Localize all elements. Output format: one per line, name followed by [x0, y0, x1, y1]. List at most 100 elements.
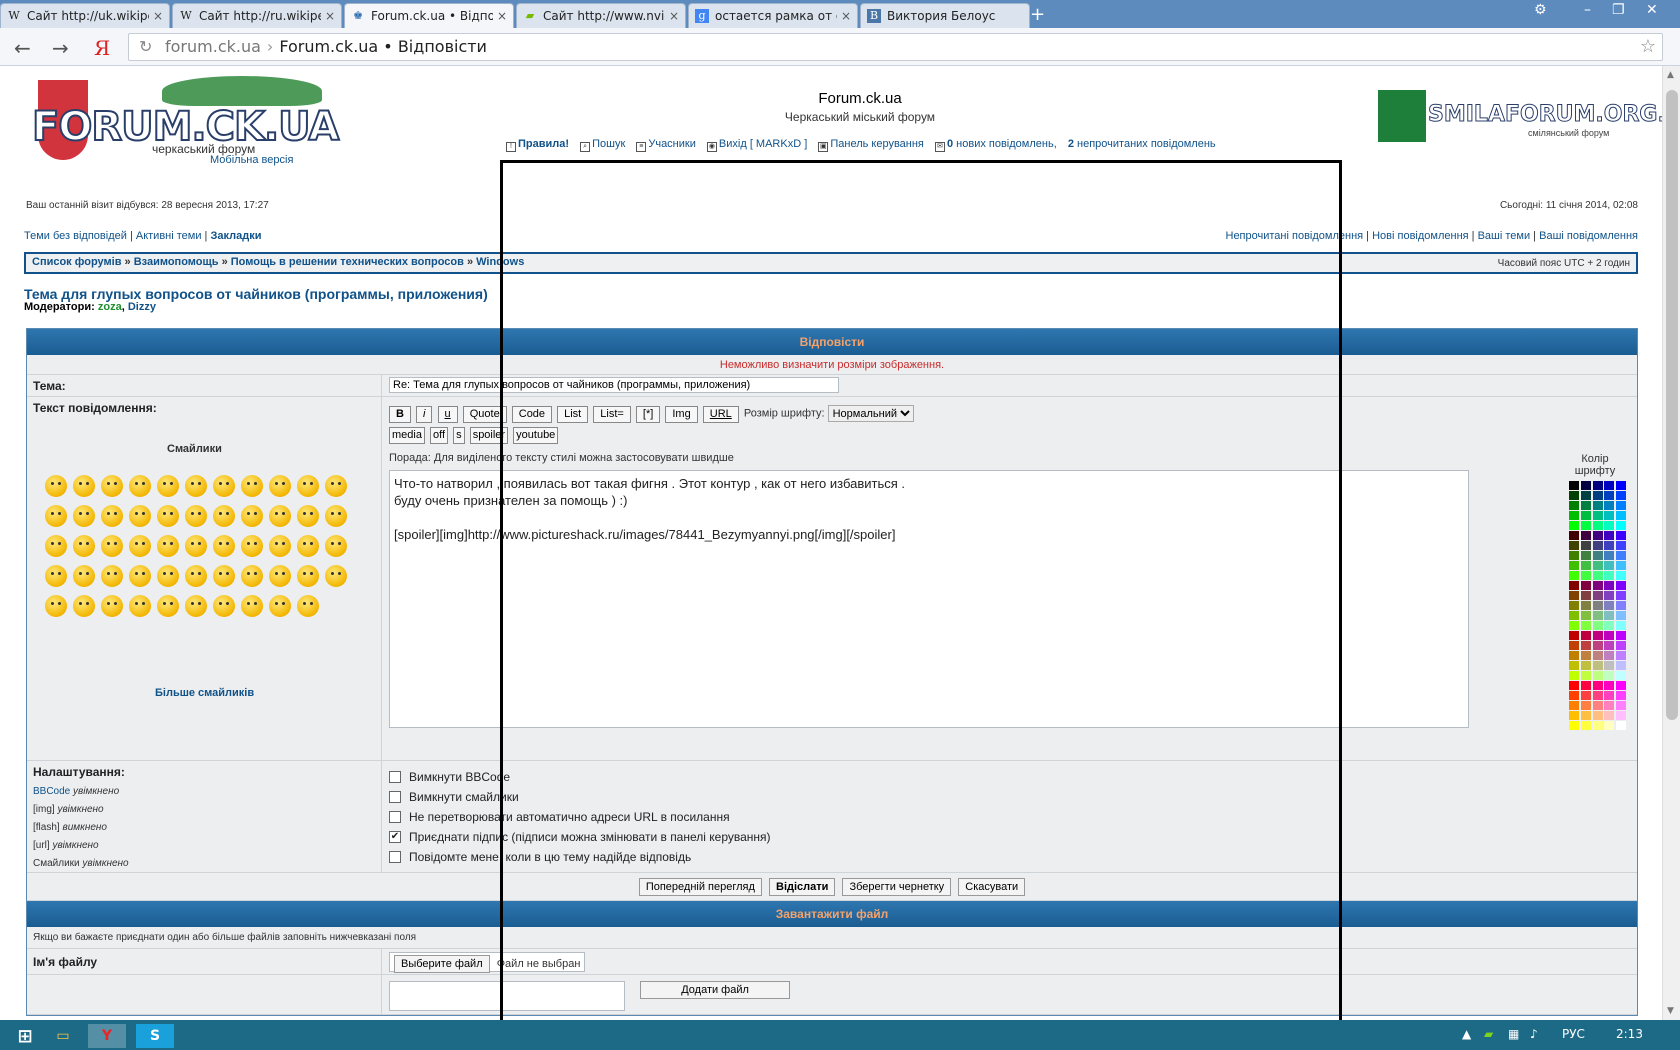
youtube-button[interactable]: youtube	[513, 426, 559, 444]
smiley-icon[interactable]	[101, 565, 123, 587]
color-swatch[interactable]	[1592, 531, 1603, 540]
color-swatch[interactable]	[1592, 561, 1603, 570]
color-swatch[interactable]	[1580, 531, 1591, 540]
color-swatch[interactable]	[1616, 641, 1627, 650]
forum-logo[interactable]: FORUM.CK.UA черкаський форум	[31, 76, 340, 166]
attach-signature-checkbox[interactable]: ✔ Приєднати підпис (підписи можна змінюва…	[389, 827, 1631, 847]
color-swatch[interactable]	[1616, 611, 1627, 620]
color-swatch[interactable]	[1580, 671, 1591, 680]
color-swatch[interactable]	[1616, 481, 1627, 490]
color-swatch[interactable]	[1616, 601, 1627, 610]
quote-button[interactable]: Quote	[462, 405, 507, 423]
color-swatch[interactable]	[1604, 581, 1615, 590]
windows-start-icon[interactable]: ⊞	[6, 1024, 44, 1048]
browser-tab-active[interactable]: ♚ Forum.ck.ua • Відпові ×	[344, 3, 514, 28]
smiley-icon[interactable]	[185, 565, 207, 587]
color-swatch[interactable]	[1616, 561, 1627, 570]
submit-button[interactable]: Відіслати	[769, 878, 836, 896]
restore-icon[interactable]: ❐	[1612, 2, 1625, 18]
smiley-icon[interactable]	[213, 475, 235, 497]
subject-input[interactable]	[389, 377, 839, 393]
smiley-icon[interactable]	[185, 595, 207, 617]
smiley-icon[interactable]	[241, 475, 263, 497]
color-swatch[interactable]	[1580, 651, 1591, 660]
bookmarks-link[interactable]: Закладки	[210, 230, 261, 242]
smiley-icon[interactable]	[325, 475, 347, 497]
language-indicator[interactable]: РУС	[1562, 1027, 1585, 1041]
window-close-icon[interactable]: ✕	[1646, 2, 1658, 18]
choose-file-button[interactable]: Выберите файл	[394, 955, 490, 973]
color-swatch[interactable]	[1569, 491, 1579, 500]
breadcrumb-item[interactable]: Список форумів	[32, 256, 121, 268]
smiley-icon[interactable]	[269, 565, 291, 587]
color-swatch[interactable]	[1569, 611, 1579, 620]
smiley-icon[interactable]	[73, 595, 95, 617]
disable-urls-checkbox[interactable]: Не перетворювати автоматично адреси URL …	[389, 807, 1631, 827]
active-topics-link[interactable]: Активні теми	[136, 230, 202, 242]
disable-smilies-checkbox[interactable]: Вимкнути смайлики	[389, 787, 1631, 807]
color-swatch[interactable]	[1569, 531, 1579, 540]
smiley-icon[interactable]	[185, 505, 207, 527]
color-swatch[interactable]	[1604, 601, 1615, 610]
list-item-button[interactable]: [*]	[635, 405, 661, 423]
color-swatch[interactable]	[1569, 641, 1579, 650]
save-draft-button[interactable]: Зберегти чернетку	[842, 878, 952, 896]
browser-tab[interactable]: W Сайт http://uk.wikipe ×	[0, 3, 170, 28]
color-swatch[interactable]	[1592, 571, 1603, 580]
smiley-icon[interactable]	[157, 595, 179, 617]
color-swatch[interactable]	[1569, 501, 1579, 510]
smiley-icon[interactable]	[297, 565, 319, 587]
scrollbar-thumb[interactable]	[1666, 90, 1678, 720]
logout-link[interactable]: Вихід [ MARKxD ]	[719, 138, 807, 150]
color-swatch[interactable]	[1616, 701, 1627, 710]
scroll-down-icon[interactable]: ▼	[1667, 1006, 1674, 1016]
settings-gear-icon[interactable]: ⚙	[1534, 2, 1547, 18]
nvidia-tray-icon[interactable]: ▰	[1484, 1027, 1493, 1041]
cancel-button[interactable]: Скасувати	[958, 878, 1026, 896]
color-swatch[interactable]	[1604, 531, 1615, 540]
color-swatch[interactable]	[1569, 661, 1579, 670]
smiley-icon[interactable]	[101, 475, 123, 497]
url-input[interactable]: ↻ forum.ck.ua › Forum.ck.ua • Відповісти ☆	[128, 33, 1663, 61]
color-swatch[interactable]	[1604, 571, 1615, 580]
color-swatch[interactable]	[1616, 711, 1627, 720]
control-panel-link[interactable]: Панель керування	[830, 138, 924, 150]
color-swatch[interactable]	[1592, 661, 1603, 670]
ordered-list-button[interactable]: List=	[593, 405, 631, 423]
color-swatch[interactable]	[1592, 631, 1603, 640]
color-swatch[interactable]	[1569, 671, 1579, 680]
color-swatch[interactable]	[1569, 551, 1579, 560]
color-swatch[interactable]	[1569, 481, 1579, 490]
browser-tab[interactable]: B Виктория Белоус	[860, 3, 1030, 28]
color-swatch[interactable]	[1592, 711, 1603, 720]
color-palette[interactable]	[1569, 481, 1627, 730]
color-swatch[interactable]	[1569, 621, 1579, 630]
network-icon[interactable]: ▦	[1508, 1027, 1519, 1041]
smiley-icon[interactable]	[185, 475, 207, 497]
new-tab-button[interactable]: +	[1030, 4, 1045, 25]
smiley-icon[interactable]	[297, 505, 319, 527]
color-swatch[interactable]	[1616, 691, 1627, 700]
color-swatch[interactable]	[1580, 711, 1591, 720]
color-swatch[interactable]	[1569, 631, 1579, 640]
color-swatch[interactable]	[1616, 621, 1627, 630]
strike-button[interactable]: s	[453, 426, 465, 444]
color-swatch[interactable]	[1592, 521, 1603, 530]
color-swatch[interactable]	[1580, 481, 1591, 490]
color-swatch[interactable]	[1604, 641, 1615, 650]
italic-button[interactable]: i	[416, 405, 433, 423]
color-swatch[interactable]	[1604, 611, 1615, 620]
color-swatch[interactable]	[1580, 681, 1591, 690]
color-swatch[interactable]	[1580, 721, 1591, 730]
color-swatch[interactable]	[1580, 591, 1591, 600]
color-swatch[interactable]	[1604, 631, 1615, 640]
smiley-icon[interactable]	[297, 535, 319, 557]
color-swatch[interactable]	[1616, 521, 1627, 530]
color-swatch[interactable]	[1580, 571, 1591, 580]
smiley-icon[interactable]	[157, 535, 179, 557]
smiley-icon[interactable]	[297, 595, 319, 617]
notify-reply-checkbox[interactable]: Повідомте мене, коли в цю тему надійде в…	[389, 847, 1631, 867]
close-icon[interactable]: ×	[153, 9, 163, 23]
color-swatch[interactable]	[1592, 591, 1603, 600]
breadcrumb-item[interactable]: Windows	[476, 256, 524, 268]
